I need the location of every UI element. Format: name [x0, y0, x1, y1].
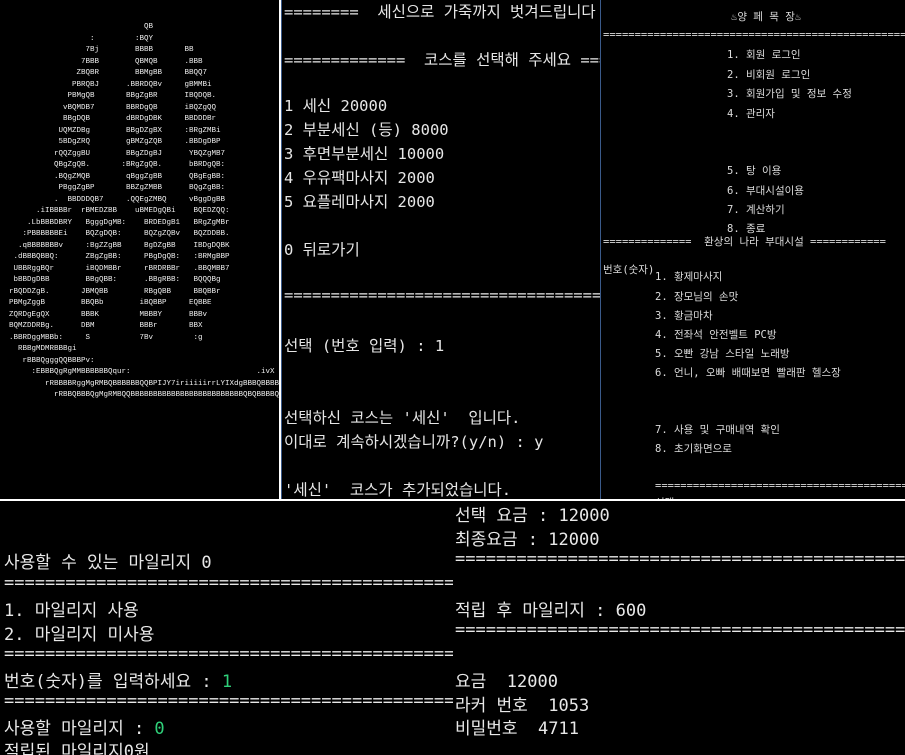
ascii-art-panel: QB : :BQY 7Bj BBBB BB 7BBB QBMQB .BBB ZB… — [0, 0, 279, 499]
mileage-separator: ========================================… — [4, 573, 453, 593]
facility-header: ============== 환상의 나라 부대시설 ============ — [603, 236, 886, 248]
facility-item: 8. 초기화면으로 — [655, 443, 732, 455]
menu-cut-text: 선택 — [655, 495, 674, 499]
result-separator: ========================================… — [455, 620, 905, 640]
course-back-option: 0 뒤로가기 — [284, 241, 360, 259]
mileage-panel: 사용할 수 있는 마일리지 0 ========================… — [0, 501, 453, 755]
mileage-prompt: 번호(숫자)를 입력하세요 : 1 — [4, 667, 232, 692]
menu-title: ♨양 페 목 장♨ — [731, 11, 802, 23]
mileage-option: 1. 마일리지 사용 — [4, 601, 139, 621]
facility-item: 7. 사용 및 구매내역 확인 — [655, 424, 780, 436]
facility-item: 2. 장모님의 손맛 — [655, 291, 739, 303]
mileage-prompt-value: 1 — [221, 672, 233, 692]
course-option: 1 세신 20000 — [284, 97, 388, 115]
main-menu-panel: ♨양 페 목 장♨ ==============================… — [600, 0, 905, 499]
menu-item: 5. 탕 이용 — [727, 165, 782, 177]
course-added-message: '세신' 코스가 추가되었습니다. — [284, 481, 512, 499]
mileage-use-line: 사용할 마일리지 : 0 — [4, 714, 165, 739]
facility-item: 1. 황제마사지 — [655, 271, 723, 283]
mileage-prompt-label: 번호(숫자)를 입력하세요 : — [4, 672, 222, 692]
menu-item: 6. 부대시설이용 — [727, 185, 804, 197]
course-option: 5 요플레마사지 2000 — [284, 193, 435, 211]
menu-separator: ========================================… — [603, 29, 905, 41]
course-option: 2 부분세신 (등) 8000 — [284, 121, 449, 139]
course-option: 3 후면부분세신 10000 — [284, 145, 445, 163]
course-confirm-message: 선택하신 코스는 '세신' 입니다. — [284, 409, 521, 427]
locker-number: 라커 번호 1053 — [455, 696, 590, 716]
mileage-available: 사용할 수 있는 마일리지 0 — [4, 553, 212, 573]
mileage-separator: ========================================… — [4, 644, 453, 664]
locker-password: 비밀번호 4711 — [455, 719, 579, 739]
mileage-after: 적립 후 마일리지 : 600 — [455, 601, 647, 621]
selected-fee: 선택 요금 : 12000 — [455, 506, 610, 526]
result-panel: 선택 요금 : 12000 최종요금 : 12000 =============… — [453, 501, 905, 755]
menu-item: 3. 회원가입 및 정보 수정 — [727, 88, 852, 100]
menu-item: 2. 비회원 로그인 — [727, 69, 811, 81]
menu-item: 1. 회원 로그인 — [727, 49, 801, 61]
course-header-1: ======== 세신으로 가죽까지 벗겨드립니다 ======== — [284, 3, 596, 21]
course-prompt: 선택 (번호 입력) : 1 — [284, 337, 445, 355]
facility-item: 6. 언니, 오빠 배때보면 빨래판 헬스장 — [655, 367, 841, 379]
menu-bottom-separator: ========================================… — [655, 480, 905, 492]
result-separator: ========================================… — [455, 549, 905, 569]
facility-item: 5. 오빤 강남 스타일 노래방 — [655, 348, 790, 360]
facility-item: 3. 황금마차 — [655, 310, 713, 322]
facility-prompt: 번호(숫자) — [603, 264, 655, 276]
mileage-separator: ========================================… — [4, 691, 453, 711]
course-separator: ========================================… — [284, 286, 600, 304]
fee-line: 요금 12000 — [455, 672, 558, 692]
course-console-panel: ======== 세신으로 가죽까지 벗겨드립니다 ======== =====… — [281, 0, 600, 499]
mileage-option: 2. 마일리지 미사용 — [4, 625, 155, 645]
final-fee: 최종요금 : 12000 — [455, 530, 600, 550]
course-confirm-question: 이대로 계속하시겠습니까?(y/n) : y — [284, 433, 544, 451]
course-header-2: ============= 코스를 선택해 주세요 ============= — [284, 51, 600, 69]
mileage-use-label: 사용할 마일리지 : — [4, 719, 155, 739]
mileage-applied: 적립된 마일리지0원 — [4, 742, 150, 755]
menu-item: 7. 계산하기 — [727, 204, 785, 216]
mileage-use-value: 0 — [154, 719, 165, 739]
course-option: 4 우유팩마사지 2000 — [284, 169, 435, 187]
facility-item: 4. 전좌석 안전벨트 PC방 — [655, 329, 777, 341]
ascii-art: QB : :BQY 7Bj BBBB BB 7BBB QBMQB .BBB ZB… — [9, 23, 279, 399]
menu-item: 4. 관리자 — [727, 108, 775, 120]
